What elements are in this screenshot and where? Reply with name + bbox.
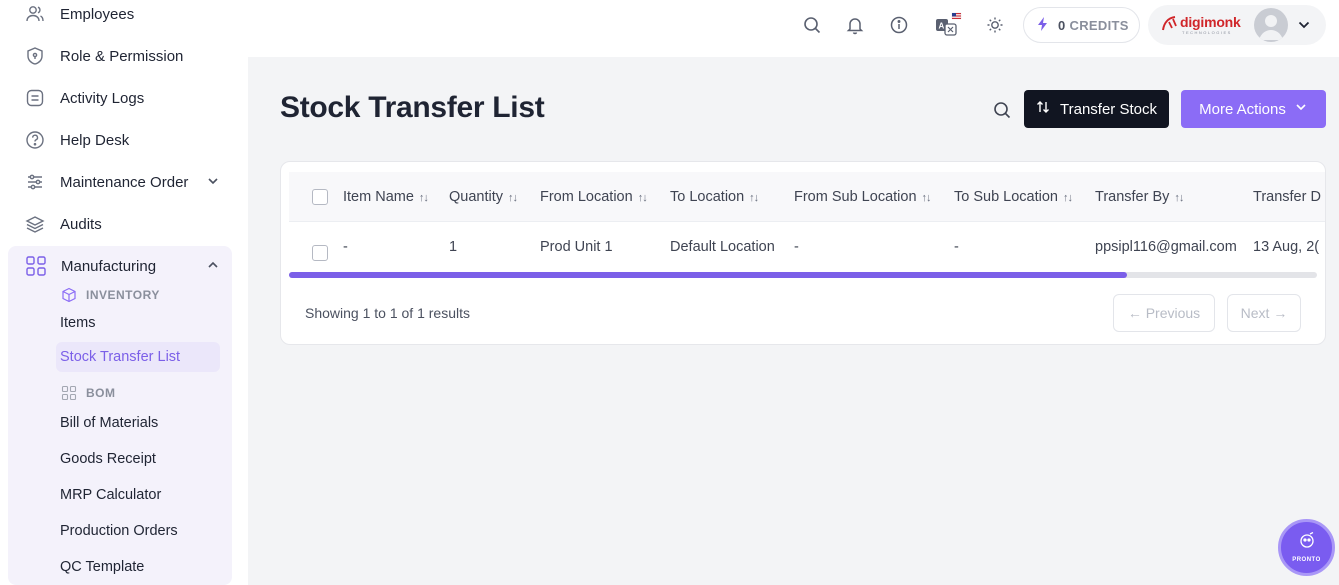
column-header-to-location[interactable]: To Location ↑↓ (670, 189, 759, 205)
chevron-down-icon[interactable] (1297, 18, 1311, 37)
search-icon[interactable] (990, 98, 1014, 122)
translate-icon[interactable]: A (934, 12, 962, 38)
column-header-from-sub-location[interactable]: From Sub Location ↑↓ (794, 189, 932, 205)
sort-icon: ↑↓ (921, 192, 932, 204)
row-checkbox[interactable] (312, 245, 328, 261)
cell-to-location: Default Location (670, 239, 775, 255)
sidebar-item-audits[interactable]: Audits (24, 212, 102, 236)
sidebar-item-items[interactable]: Items (60, 315, 95, 331)
scrollbar-thumb[interactable] (289, 272, 1127, 278)
list-icon (24, 87, 46, 109)
sort-icon: ↑↓ (749, 192, 759, 204)
more-actions-label: More Actions (1199, 100, 1286, 118)
select-all-checkbox[interactable] (312, 189, 328, 205)
sidebar-item-production-orders[interactable]: Production Orders (60, 523, 178, 539)
shield-icon (24, 45, 46, 67)
more-actions-button[interactable]: More Actions (1181, 90, 1326, 128)
column-header-transfer-date[interactable]: Transfer D (1253, 189, 1321, 205)
sidebar-item-maintenance-order[interactable]: Maintenance Order (24, 170, 218, 194)
sidebar-item-employees[interactable]: Employees (24, 2, 134, 26)
sidebar-item-activity-logs[interactable]: Activity Logs (24, 86, 144, 110)
credits-label: CREDITS (1069, 17, 1129, 33)
grid-small-icon (61, 385, 77, 401)
credits-badge[interactable]: 0 CREDITS (1023, 7, 1140, 43)
credits-count: 0 (1058, 17, 1066, 33)
sidebar-item-bill-of-materials[interactable]: Bill of Materials (60, 415, 158, 431)
company-logo-subtext: TECHNOLOGIES (1182, 30, 1232, 35)
cell-item-name: - (343, 239, 348, 255)
sidebar-item-label: Help Desk (60, 131, 130, 149)
company-logo-text: digimonk (1180, 14, 1241, 30)
column-header-quantity[interactable]: Quantity ↑↓ (449, 189, 518, 205)
cell-from-location: Prod Unit 1 (540, 239, 613, 255)
sidebar-item-label: Employees (60, 5, 135, 23)
sort-icon: ↑↓ (1063, 192, 1073, 204)
stock-transfer-table-card: Item Name ↑↓ Quantity ↑↓ From Location ↑↓ T… (280, 161, 1326, 345)
sort-icon: ↑↓ (637, 192, 648, 204)
cell-transfer-date: 13 Aug, 2( (1253, 239, 1320, 255)
digimonk-logo-icon (1160, 13, 1180, 38)
bot-icon (1297, 531, 1317, 555)
sidebar-item-manufacturing[interactable]: Manufacturing (25, 254, 218, 278)
lightning-icon (1036, 16, 1050, 35)
help-icon (24, 129, 46, 151)
bom-header-label: BOM (86, 386, 116, 400)
results-summary: Showing 1 to 1 of 1 results (305, 305, 470, 321)
column-header-item-name[interactable]: Item Name ↑↓ (343, 189, 429, 205)
chevron-up-icon[interactable] (206, 258, 220, 276)
assistant-fab[interactable]: PRONTO (1278, 519, 1335, 576)
previous-button[interactable]: ← Previous (1113, 294, 1215, 332)
sidebar-item-help-desk[interactable]: Help Desk (24, 128, 129, 152)
cell-transfer-by: ppsipl116@gmail.com (1095, 239, 1237, 255)
sort-icon: ↑↓ (418, 192, 429, 204)
grid-icon (25, 255, 47, 277)
info-icon[interactable] (888, 14, 910, 36)
sidebar-item-stock-transfer-list[interactable]: Stock Transfer List (60, 349, 180, 365)
sidebar: Employees Role & Permission Activity Log… (0, 0, 248, 585)
sidebar-item-qc-template[interactable]: QC Template (60, 559, 144, 575)
next-button[interactable]: Next → (1227, 294, 1301, 332)
profile-menu[interactable]: digimonk TECHNOLOGIES (1148, 5, 1326, 45)
sidebar-item-label: Manufacturing (61, 257, 157, 275)
transfer-stock-button[interactable]: Transfer Stock (1024, 90, 1169, 128)
sliders-icon (24, 171, 46, 193)
inventory-header-label: INVENTORY (86, 288, 160, 302)
bom-header: BOM (61, 385, 116, 401)
layers-icon (24, 213, 46, 235)
sort-icon: ↑↓ (508, 192, 518, 204)
chevron-down-icon (1294, 100, 1308, 118)
table-header-row: Item Name ↑↓ Quantity ↑↓ From Location ↑↓ T… (289, 172, 1325, 222)
bell-icon[interactable] (844, 14, 866, 36)
cell-quantity: 1 (449, 239, 458, 255)
sidebar-item-label: Activity Logs (60, 89, 145, 107)
cell-to-sub-location: - (954, 239, 959, 255)
avatar[interactable] (1254, 8, 1288, 42)
sidebar-item-mrp-calculator[interactable]: MRP Calculator (60, 487, 161, 503)
sidebar-item-label: Maintenance Order (60, 173, 189, 191)
column-header-from-location[interactable]: From Location ↑↓ (540, 189, 648, 205)
svg-text:A: A (939, 22, 945, 31)
chevron-down-icon[interactable] (206, 174, 220, 192)
transfer-stock-label: Transfer Stock (1060, 100, 1157, 118)
inventory-header: INVENTORY (61, 287, 160, 303)
page-title: Stock Transfer List (280, 91, 545, 124)
sidebar-item-label: Audits (60, 215, 102, 233)
sort-icon: ↑↓ (1174, 192, 1184, 204)
box-icon (61, 287, 77, 303)
users-icon (24, 3, 46, 25)
main-content: Stock Transfer List Transfer Stock More … (248, 57, 1339, 585)
swap-icon (1036, 100, 1050, 118)
sidebar-item-goods-receipt[interactable]: Goods Receipt (60, 451, 156, 467)
column-header-to-sub-location[interactable]: To Sub Location ↑↓ (954, 189, 1073, 205)
cell-from-sub-location: - (794, 239, 799, 255)
fab-label: PRONTO (1292, 557, 1321, 563)
sidebar-item-label: Role & Permission (60, 47, 184, 65)
top-bar: A 0 CREDITS digimonk TECHNOLOGIES (248, 0, 1339, 57)
column-header-transfer-by[interactable]: Transfer By ↑↓ (1095, 189, 1184, 205)
sun-icon[interactable] (984, 14, 1006, 36)
sidebar-item-role-permission[interactable]: Role & Permission (24, 44, 183, 68)
search-icon[interactable] (801, 14, 823, 36)
